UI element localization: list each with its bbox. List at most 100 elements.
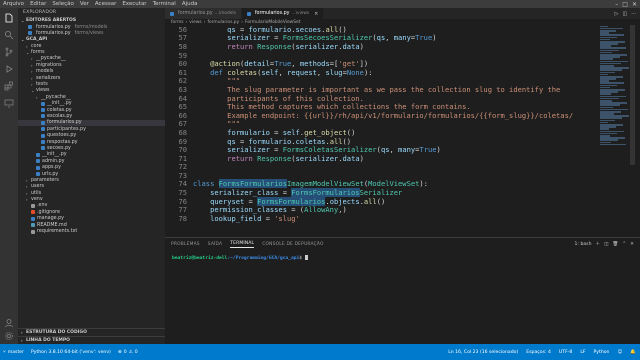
branch-indicator[interactable]: ⑂ master xyxy=(3,349,24,356)
editor-tab[interactable]: formularios.py ...\views × xyxy=(241,8,325,19)
code-line[interactable]: 78 lookup_field = 'slug' xyxy=(165,214,635,223)
menu-item[interactable]: Ajuda xyxy=(182,1,198,7)
close-tab-icon[interactable]: × xyxy=(314,11,318,17)
problems-indicator[interactable]: ⊗ 0 ⚠ 0 xyxy=(118,350,138,355)
terminal-prompt[interactable]: beatriz@beatriz-dell:~/Programming/GCA/g… xyxy=(165,255,640,261)
menu-item[interactable]: Acessar xyxy=(95,1,116,7)
terminal-select[interactable]: 1: bash xyxy=(575,242,592,247)
code-line[interactable]: 74 class FormsFormulariosImagemModelViewS… xyxy=(165,179,635,189)
settings-gear-icon[interactable] xyxy=(0,331,18,341)
tree-label: participantes.py xyxy=(47,126,86,132)
code-line[interactable]: 67 """ xyxy=(165,119,635,128)
menu-item[interactable]: Arquivo xyxy=(3,1,24,7)
split-editor-icon[interactable]: ◫ xyxy=(622,11,627,17)
files-icon[interactable] xyxy=(4,12,15,23)
indentation[interactable]: Espaços: 4 xyxy=(526,350,551,355)
menu-item[interactable]: Executar xyxy=(122,1,146,7)
editor-scrollbar[interactable] xyxy=(630,25,635,165)
timeline-section[interactable]: › LINHA DO TEMPO xyxy=(18,336,165,343)
code-line[interactable]: 61 def coletas(self, request, slug=None)… xyxy=(165,68,635,77)
code-line[interactable]: 56 qs = formulario.secoes.all() xyxy=(165,25,635,34)
code-line[interactable]: 65 This method captures which collection… xyxy=(165,102,635,111)
minimize-icon[interactable]: – xyxy=(615,1,618,8)
breadcrumb-separator: › xyxy=(185,19,188,25)
menu-item[interactable]: Terminal xyxy=(153,1,176,7)
code-line[interactable]: 70 serializer = FormsColetasSerializer(q… xyxy=(165,145,635,154)
md-file-icon xyxy=(31,223,35,228)
code-line[interactable]: 69 qs = formulario.coletas.all() xyxy=(165,137,635,146)
tree-label: README.md xyxy=(37,222,67,228)
code-line[interactable]: 75 serializer_class = FormsFormulariosSe… xyxy=(165,188,635,198)
code-line[interactable]: 63 The slug parameter is important as we… xyxy=(165,85,635,94)
code-line[interactable]: 59 xyxy=(165,51,635,60)
minimap[interactable] xyxy=(600,25,630,165)
panel-tab[interactable]: TERMINAL xyxy=(230,241,255,248)
new-terminal-icon[interactable]: ＋ xyxy=(595,241,600,247)
editor-tab[interactable]: formularios.py ...\models xyxy=(165,8,242,19)
tree-label: .env xyxy=(37,203,48,209)
close-panel-icon[interactable]: ✕ xyxy=(630,242,634,247)
project-header[interactable]: ⌄ GCA_API xyxy=(18,36,165,43)
code-text: return Response(serializer.data) xyxy=(227,41,364,51)
bell-icon[interactable]: 🔔 xyxy=(630,350,636,355)
menu-item[interactable]: Ver xyxy=(80,1,89,7)
maximize-icon[interactable]: □ xyxy=(622,1,628,8)
breadcrumb-item[interactable]: views xyxy=(189,20,201,25)
breadcrumb-item[interactable]: forms xyxy=(171,20,184,25)
prompt-symbol: $ xyxy=(299,256,303,261)
py-file-icon xyxy=(36,159,40,164)
code-text: return Response(serializer.data) xyxy=(227,153,364,163)
source-control-icon[interactable] xyxy=(4,46,15,57)
breadcrumb-item[interactable]: formularios.py xyxy=(207,20,239,25)
breadcrumb-item[interactable]: FormularioMobileViewSet xyxy=(245,20,301,25)
end-of-line[interactable]: LF xyxy=(580,350,585,355)
code-line[interactable]: 66 Example endpoint: {{url}}/rh/api/v1/f… xyxy=(165,111,635,120)
txt-file-icon xyxy=(31,229,35,234)
tree-file[interactable]: requirements.txt xyxy=(18,228,165,234)
encoding[interactable]: UTF-8 xyxy=(559,350,572,355)
remote-icon[interactable] xyxy=(4,97,15,108)
code-line[interactable]: 76 queryset = FormsFormularios.objects.a… xyxy=(165,196,635,206)
line-number: 78 xyxy=(178,213,187,223)
menu-item[interactable]: Editar xyxy=(30,1,46,7)
terminal-cursor xyxy=(304,255,308,260)
language-mode[interactable]: Python xyxy=(594,350,610,355)
run-debug-icon[interactable] xyxy=(4,63,15,74)
code-line[interactable]: 60 @action(detail=True, methods=['get']) xyxy=(165,59,635,68)
code-line[interactable]: 62 """ xyxy=(165,76,635,85)
tree-label: __init__.py xyxy=(42,152,67,158)
run-file-icon[interactable]: ▷ xyxy=(615,11,619,17)
python-interpreter[interactable]: Python 3.8.10 64-bit ('venv': venv) xyxy=(31,350,111,355)
timeline-label: LINHA DO TEMPO xyxy=(26,337,70,343)
outline-section[interactable]: › ESTRUTURA DO CÓDIGO xyxy=(18,328,165,335)
code-line[interactable]: 72 xyxy=(165,162,635,171)
more-actions-icon[interactable]: ··· xyxy=(631,11,636,17)
py-file-icon xyxy=(41,140,45,145)
tree-label: models xyxy=(36,69,54,75)
trash-icon[interactable]: 🗑 xyxy=(612,242,618,247)
code-editor[interactable]: 56 qs = formulario.secoes.all() 57 serial… xyxy=(165,25,635,236)
code-line[interactable]: 73 xyxy=(165,171,635,180)
cursor-position[interactable]: Ln 16, Col 23 (16 selecionado) xyxy=(448,350,518,355)
code-line[interactable]: 68 formulario = self.get_object() xyxy=(165,128,635,137)
code-line[interactable]: 57 serializer = FormsSecoesSerializer(qs… xyxy=(165,33,635,42)
code-line[interactable]: 64 participants of this collection. xyxy=(165,94,635,103)
code-line[interactable]: 71 return Response(serializer.data) xyxy=(165,154,635,163)
tree-label: core xyxy=(31,43,42,49)
code-text: lookup_field = 'slug' xyxy=(210,213,300,223)
panel-tab[interactable]: CONSOLE DE DEPURAÇÃO xyxy=(262,242,323,247)
status-bar: ⑂ master Python 3.8.10 64-bit ('venv': v… xyxy=(0,344,640,360)
open-editors-header[interactable]: ⌄ EDITORES ABERTOS xyxy=(18,17,165,24)
panel-tab[interactable]: PROBLEMAS xyxy=(171,242,200,247)
panel-tab[interactable]: SAÍDA xyxy=(208,242,222,247)
split-terminal-icon[interactable]: ◫ xyxy=(604,242,608,247)
code-line[interactable]: 58 return Response(serializer.data) xyxy=(165,42,635,51)
extensions-icon[interactable] xyxy=(4,80,15,91)
menu-item[interactable]: Seleção xyxy=(52,1,74,7)
code-line[interactable]: 77 permission_classes = (AllowAny,) xyxy=(165,205,635,214)
close-icon[interactable]: ✕ xyxy=(632,1,637,8)
chevron-up-icon[interactable]: ⌃ xyxy=(622,242,626,247)
search-icon[interactable] xyxy=(4,29,15,40)
feedback-icon[interactable]: ☺ xyxy=(617,350,622,355)
account-icon[interactable] xyxy=(0,318,18,328)
